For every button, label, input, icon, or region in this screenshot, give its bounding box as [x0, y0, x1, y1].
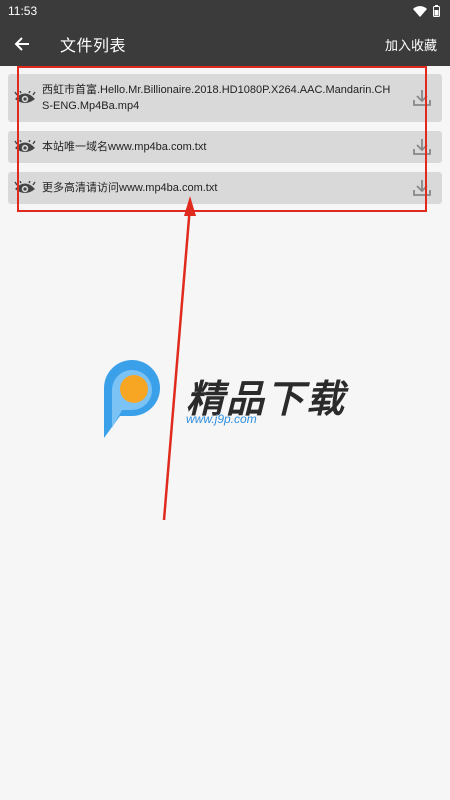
annotation-arrow: [162, 196, 196, 521]
screen: 11:53 文件列表 加入收藏 西虹市首富.Hello.Mr.Billionai…: [0, 0, 450, 800]
